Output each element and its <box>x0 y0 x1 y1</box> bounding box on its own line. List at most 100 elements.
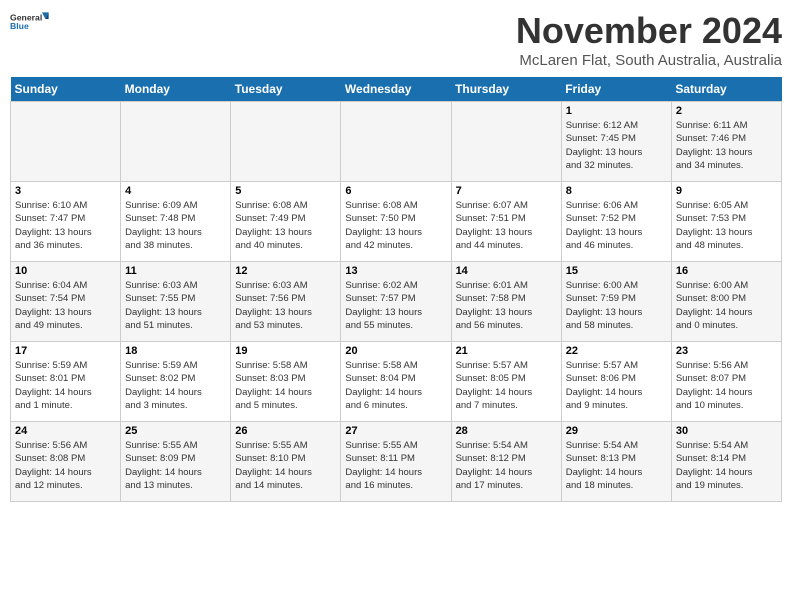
day-number: 5 <box>235 185 336 197</box>
day-info: Sunrise: 6:12 AMSunset: 7:45 PMDaylight:… <box>566 119 667 172</box>
calendar-cell: 17Sunrise: 5:59 AMSunset: 8:01 PMDayligh… <box>11 342 121 422</box>
day-info: Sunrise: 6:08 AMSunset: 7:49 PMDaylight:… <box>235 199 336 252</box>
day-number: 26 <box>235 425 336 437</box>
day-info: Sunrise: 5:55 AMSunset: 8:09 PMDaylight:… <box>125 439 226 492</box>
calendar-cell: 26Sunrise: 5:55 AMSunset: 8:10 PMDayligh… <box>231 422 341 502</box>
day-info: Sunrise: 5:57 AMSunset: 8:06 PMDaylight:… <box>566 359 667 412</box>
day-number: 9 <box>676 185 777 197</box>
day-info: Sunrise: 6:00 AMSunset: 7:59 PMDaylight:… <box>566 279 667 332</box>
day-info: Sunrise: 5:59 AMSunset: 8:02 PMDaylight:… <box>125 359 226 412</box>
calendar-cell: 22 Sunrise: 5:57 AMSunset: 8:06 PMDayligh… <box>561 342 671 422</box>
day-number: 30 <box>676 425 777 437</box>
day-info: Sunrise: 5:56 AMSunset: 8:08 PMDaylight:… <box>15 439 116 492</box>
calendar-cell: 27 Sunrise: 5:55 AMSunset: 8:11 PMDayligh… <box>341 422 451 502</box>
day-number: 24 <box>15 425 116 437</box>
calendar-cell: 16 Sunrise: 6:00 AMSunset: 8:00 PMDayligh… <box>671 262 781 342</box>
day-number: 6 <box>345 185 446 197</box>
day-number: 27 <box>345 425 446 437</box>
day-info: Sunrise: 5:54 AMSunset: 8:12 PMDaylight:… <box>456 439 557 492</box>
calendar-cell: 13 Sunrise: 6:02 AMSunset: 7:57 PMDayligh… <box>341 262 451 342</box>
month-title: November 2024 <box>516 10 782 52</box>
day-info: Sunrise: 6:04 AMSunset: 7:54 PMDaylight:… <box>15 279 116 332</box>
calendar-cell: 14 Sunrise: 6:01 AMSunset: 7:58 PMDayligh… <box>451 262 561 342</box>
day-number: 23 <box>676 345 777 357</box>
day-info: Sunrise: 6:07 AMSunset: 7:51 PMDaylight:… <box>456 199 557 252</box>
calendar-cell: 10 Sunrise: 6:04 AMSunset: 7:54 PMDayligh… <box>11 262 121 342</box>
day-number: 4 <box>125 185 226 197</box>
day-info: Sunrise: 6:02 AMSunset: 7:57 PMDaylight:… <box>345 279 446 332</box>
page-header: General Blue November 2024 McLaren Flat,… <box>10 10 782 69</box>
calendar-week-row: 1 Sunrise: 6:12 AMSunset: 7:45 PMDaylight… <box>11 102 782 182</box>
calendar-cell: 29 Sunrise: 5:54 AMSunset: 8:13 PMDayligh… <box>561 422 671 502</box>
weekday-header-friday: Friday <box>561 77 671 102</box>
weekday-header-tuesday: Tuesday <box>231 77 341 102</box>
day-number: 10 <box>15 265 116 277</box>
svg-text:Blue: Blue <box>10 21 29 31</box>
day-info: Sunrise: 5:56 AMSunset: 8:07 PMDaylight:… <box>676 359 777 412</box>
day-info: Sunrise: 6:06 AMSunset: 7:52 PMDaylight:… <box>566 199 667 252</box>
day-number: 11 <box>125 265 226 277</box>
day-number: 16 <box>676 265 777 277</box>
weekday-header-thursday: Thursday <box>451 77 561 102</box>
day-info: Sunrise: 6:10 AMSunset: 7:47 PMDaylight:… <box>15 199 116 252</box>
day-info: Sunrise: 5:54 AMSunset: 8:14 PMDaylight:… <box>676 439 777 492</box>
calendar-cell: 19 Sunrise: 5:58 AMSunset: 8:03 PMDayligh… <box>231 342 341 422</box>
day-info: Sunrise: 5:58 AMSunset: 8:04 PMDaylight:… <box>345 359 446 412</box>
day-info: Sunrise: 5:55 AMSunset: 8:11 PMDaylight:… <box>345 439 446 492</box>
day-info: Sunrise: 6:01 AMSunset: 7:58 PMDaylight:… <box>456 279 557 332</box>
day-info: Sunrise: 6:03 AMSunset: 7:56 PMDaylight:… <box>235 279 336 332</box>
day-info: Sunrise: 5:54 AMSunset: 8:13 PMDaylight:… <box>566 439 667 492</box>
day-number: 28 <box>456 425 557 437</box>
day-number: 21 <box>456 345 557 357</box>
calendar-cell: 28 Sunrise: 5:54 AMSunset: 8:12 PMDayligh… <box>451 422 561 502</box>
day-number: 29 <box>566 425 667 437</box>
weekday-header-wednesday: Wednesday <box>341 77 451 102</box>
day-number: 15 <box>566 265 667 277</box>
day-info: Sunrise: 6:00 AMSunset: 8:00 PMDaylight:… <box>676 279 777 332</box>
calendar-cell: 12Sunrise: 6:03 AMSunset: 7:56 PMDayligh… <box>231 262 341 342</box>
calendar-cell: 11 Sunrise: 6:03 AMSunset: 7:55 PMDayligh… <box>121 262 231 342</box>
day-info: Sunrise: 6:03 AMSunset: 7:55 PMDaylight:… <box>125 279 226 332</box>
day-info: Sunrise: 5:57 AMSunset: 8:05 PMDaylight:… <box>456 359 557 412</box>
calendar-cell <box>451 102 561 182</box>
calendar-cell <box>11 102 121 182</box>
calendar-cell: 20 Sunrise: 5:58 AMSunset: 8:04 PMDayligh… <box>341 342 451 422</box>
day-number: 19 <box>235 345 336 357</box>
weekday-header-monday: Monday <box>121 77 231 102</box>
calendar-cell: 21 Sunrise: 5:57 AMSunset: 8:05 PMDayligh… <box>451 342 561 422</box>
calendar-cell: 25Sunrise: 5:55 AMSunset: 8:09 PMDayligh… <box>121 422 231 502</box>
calendar-week-row: 10 Sunrise: 6:04 AMSunset: 7:54 PMDayligh… <box>11 262 782 342</box>
calendar-cell: 30 Sunrise: 5:54 AMSunset: 8:14 PMDayligh… <box>671 422 781 502</box>
calendar-cell <box>341 102 451 182</box>
calendar-week-row: 24 Sunrise: 5:56 AMSunset: 8:08 PMDayligh… <box>11 422 782 502</box>
calendar-cell: 18 Sunrise: 5:59 AMSunset: 8:02 PMDayligh… <box>121 342 231 422</box>
day-info: Sunrise: 6:05 AMSunset: 7:53 PMDaylight:… <box>676 199 777 252</box>
calendar-cell: 15 Sunrise: 6:00 AMSunset: 7:59 PMDayligh… <box>561 262 671 342</box>
day-number: 3 <box>15 185 116 197</box>
calendar-table: SundayMondayTuesdayWednesdayThursdayFrid… <box>10 77 782 502</box>
calendar-cell: 5 Sunrise: 6:08 AMSunset: 7:49 PMDaylight… <box>231 182 341 262</box>
calendar-week-row: 17Sunrise: 5:59 AMSunset: 8:01 PMDayligh… <box>11 342 782 422</box>
day-number: 2 <box>676 105 777 117</box>
day-info: Sunrise: 6:09 AMSunset: 7:48 PMDaylight:… <box>125 199 226 252</box>
weekday-header-row: SundayMondayTuesdayWednesdayThursdayFrid… <box>11 77 782 102</box>
day-number: 7 <box>456 185 557 197</box>
calendar-cell: 7 Sunrise: 6:07 AMSunset: 7:51 PMDaylight… <box>451 182 561 262</box>
logo-svg: General Blue <box>10 10 50 32</box>
day-info: Sunrise: 5:58 AMSunset: 8:03 PMDaylight:… <box>235 359 336 412</box>
calendar-cell: 8Sunrise: 6:06 AMSunset: 7:52 PMDaylight… <box>561 182 671 262</box>
calendar-cell: 24 Sunrise: 5:56 AMSunset: 8:08 PMDayligh… <box>11 422 121 502</box>
calendar-cell <box>121 102 231 182</box>
calendar-cell <box>231 102 341 182</box>
day-number: 14 <box>456 265 557 277</box>
calendar-cell: 4 Sunrise: 6:09 AMSunset: 7:48 PMDaylight… <box>121 182 231 262</box>
day-number: 22 <box>566 345 667 357</box>
calendar-cell: 1 Sunrise: 6:12 AMSunset: 7:45 PMDaylight… <box>561 102 671 182</box>
day-number: 17 <box>15 345 116 357</box>
day-number: 20 <box>345 345 446 357</box>
logo: General Blue <box>10 10 50 32</box>
day-number: 1 <box>566 105 667 117</box>
location-title: McLaren Flat, South Australia, Australia <box>516 52 782 69</box>
day-number: 18 <box>125 345 226 357</box>
day-number: 13 <box>345 265 446 277</box>
